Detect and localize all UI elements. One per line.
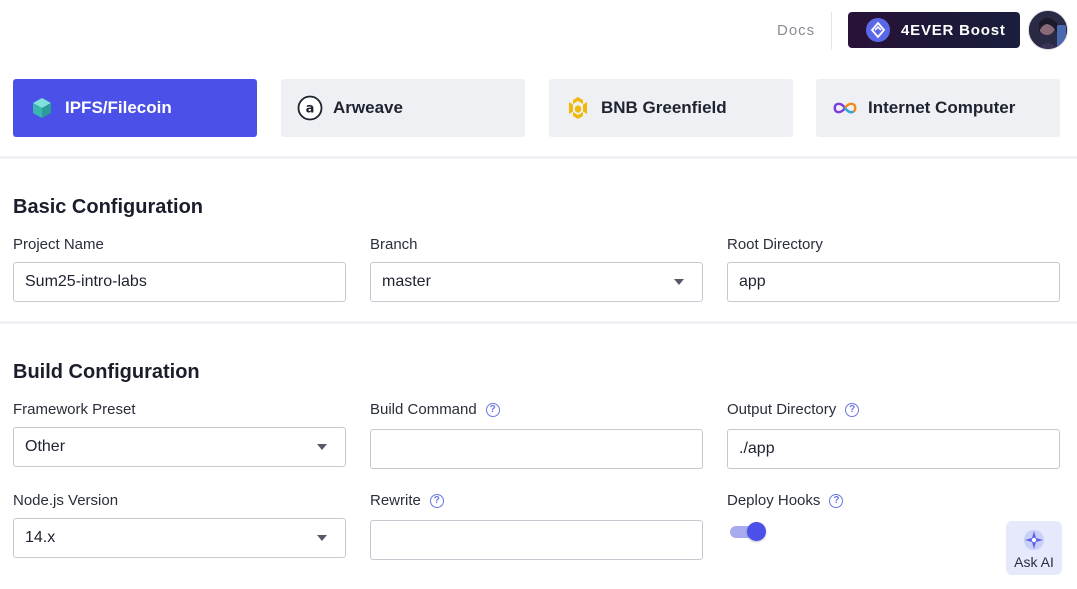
node-version-label: Node.js Version (13, 492, 118, 509)
help-icon[interactable]: ? (829, 493, 844, 508)
branch-label: Branch (370, 236, 418, 253)
tab-label: BNB Greenfield (601, 98, 727, 117)
help-icon[interactable]: ? (485, 402, 500, 417)
build-config-title: Build Configuration (13, 361, 200, 383)
build-command-label-text: Build Command (370, 401, 477, 418)
framework-preset-label: Framework Preset (13, 401, 136, 418)
svg-text:a: a (306, 102, 315, 117)
tab-label: Arweave (333, 98, 403, 117)
chevron-down-icon (317, 444, 327, 450)
root-directory-label: Root Directory (727, 236, 823, 253)
rewrite-label-text: Rewrite (370, 492, 421, 509)
arweave-icon: a (297, 95, 323, 121)
build-command-label: Build Command ? (370, 401, 500, 418)
4ever-logo-icon (866, 18, 890, 42)
chevron-down-icon (674, 279, 684, 285)
tab-ipfs-filecoin[interactable]: IPFS/Filecoin (13, 79, 257, 137)
4ever-boost-button[interactable]: 4EVER Boost (848, 12, 1020, 48)
output-directory-input[interactable] (727, 429, 1060, 469)
root-directory-label-text: Root Directory (727, 236, 823, 253)
tab-bnb-greenfield[interactable]: BNB Greenfield (549, 79, 793, 137)
tab-arweave[interactable]: a Arweave (281, 79, 525, 137)
node-version-value: 14.x (25, 529, 56, 546)
tab-label: IPFS/Filecoin (65, 98, 172, 117)
bnb-icon (565, 95, 591, 121)
basic-config-title: Basic Configuration (13, 196, 204, 218)
chevron-down-icon (317, 535, 327, 541)
rewrite-input[interactable] (370, 520, 703, 560)
deploy-hooks-label: Deploy Hooks ? (727, 492, 844, 509)
tab-label: Internet Computer (868, 98, 1016, 117)
top-bar: Docs 4EVER Boost (0, 0, 1077, 60)
help-icon[interactable]: ? (845, 402, 860, 417)
boost-label: 4EVER Boost (901, 21, 1006, 39)
section-divider (0, 156, 1077, 159)
user-avatar[interactable] (1028, 10, 1068, 50)
sparkle-icon (1024, 530, 1044, 550)
project-name-label: Project Name (13, 236, 104, 253)
deploy-hooks-label-text: Deploy Hooks (727, 492, 821, 509)
framework-preset-select[interactable]: Other (13, 427, 346, 467)
branch-value: master (382, 273, 431, 290)
node-version-select[interactable]: 14.x (13, 518, 346, 558)
ask-ai-button[interactable]: Ask AI (1006, 521, 1062, 575)
docs-link[interactable]: Docs (777, 22, 815, 39)
output-directory-label-text: Output Directory (727, 401, 837, 418)
node-version-label-text: Node.js Version (13, 492, 119, 509)
rewrite-label: Rewrite ? (370, 492, 444, 509)
cube-icon (29, 95, 55, 121)
ask-ai-label: Ask AI (1014, 554, 1054, 570)
project-name-label-text: Project Name (13, 236, 104, 253)
output-directory-label: Output Directory ? (727, 401, 860, 418)
build-command-input[interactable] (370, 429, 703, 469)
toggle-thumb (747, 522, 766, 541)
framework-preset-value: Other (25, 438, 66, 455)
project-name-input[interactable] (13, 262, 346, 302)
root-directory-input[interactable] (727, 262, 1060, 302)
section-divider (0, 321, 1077, 324)
header-divider (831, 12, 832, 50)
branch-label-text: Branch (370, 236, 418, 253)
tab-internet-computer[interactable]: Internet Computer (816, 79, 1060, 137)
framework-preset-label-text: Framework Preset (13, 401, 136, 418)
help-icon[interactable]: ? (429, 493, 444, 508)
deploy-hooks-toggle[interactable] (730, 522, 766, 542)
branch-select[interactable]: master (370, 262, 703, 302)
infinity-icon (832, 95, 858, 121)
platform-tabs: IPFS/Filecoin a Arweave BNB Greenfield I… (13, 79, 1060, 137)
